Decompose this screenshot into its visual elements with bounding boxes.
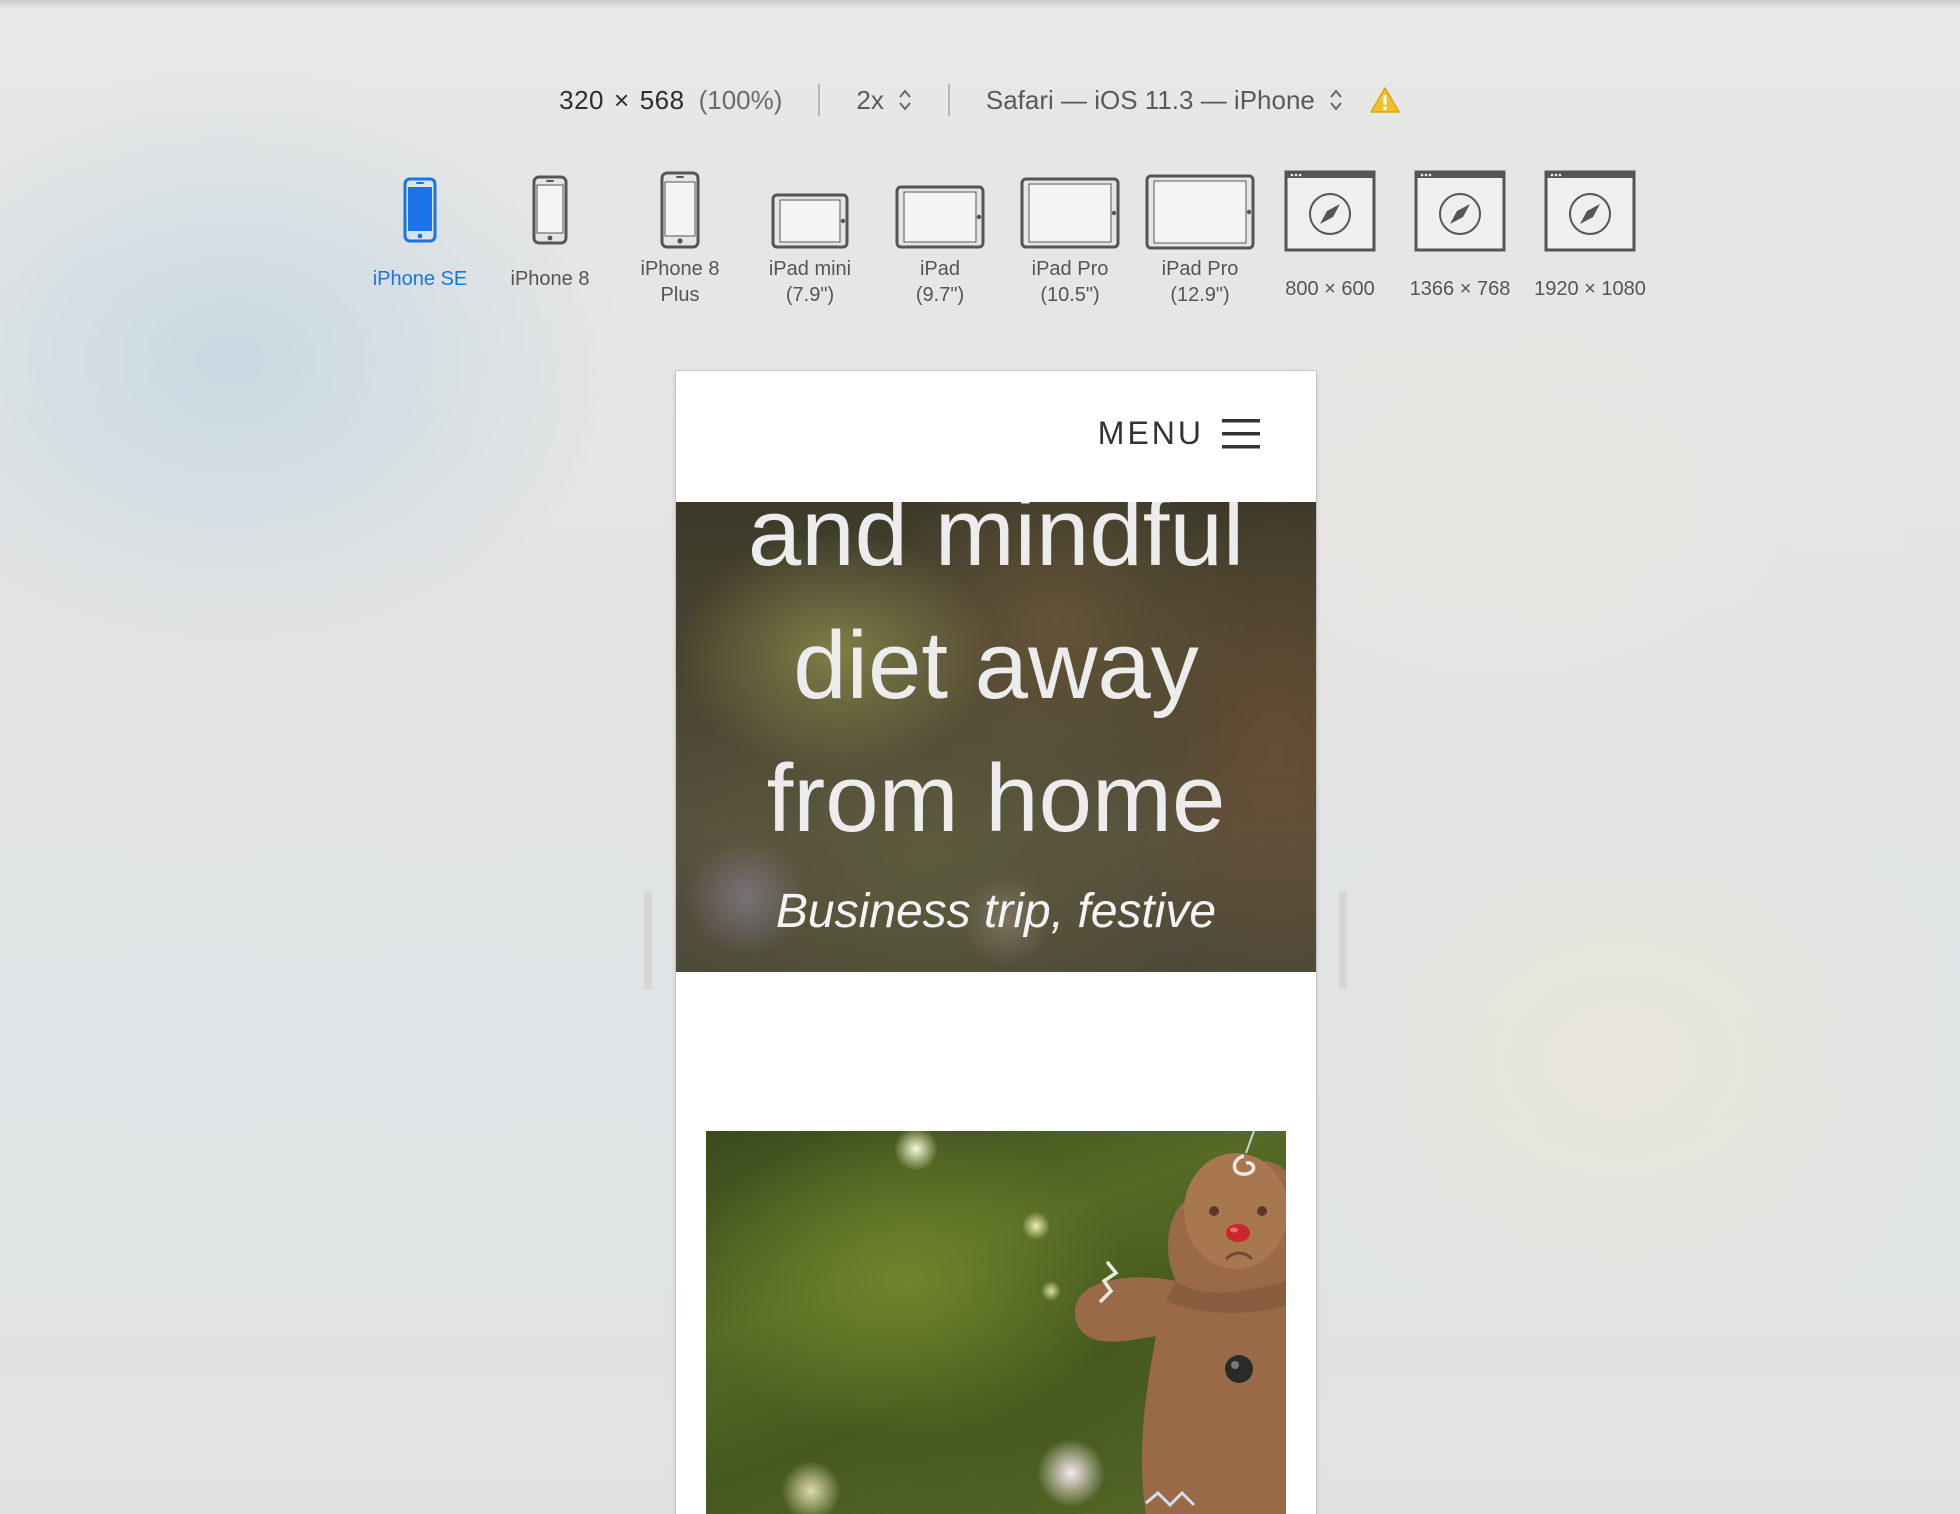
viewport-height[interactable]: 568	[640, 85, 685, 116]
hero-title-line: and mindful	[747, 502, 1245, 586]
responsive-design-toolbar: 320 × 568 (100%) 2x Safari — iOS 11.3 — …	[0, 70, 1960, 130]
viewport-width[interactable]: 320	[559, 85, 604, 116]
device-ipad-pro-12-9[interactable]: iPad Pro (12.9")	[1135, 160, 1265, 308]
browser-window-icon	[1414, 160, 1506, 260]
tablet-icon	[1145, 160, 1255, 260]
toolbar-divider	[947, 84, 950, 116]
device-label: 1920 × 1080	[1534, 278, 1646, 300]
gingerbread-ornament-illustration	[1074, 1131, 1286, 1514]
device-label: iPad (9.7")	[915, 258, 965, 306]
user-agent-value: Safari — iOS 11.3 — iPhone	[985, 84, 1315, 115]
device-iphone-se[interactable]: iPhone SE	[355, 160, 485, 308]
hero-title-line: from home	[766, 745, 1226, 852]
hero-title: and mindful diet away from home	[676, 502, 1316, 865]
phone-icon	[532, 160, 568, 260]
device-1366x768[interactable]: 1366 × 768	[1395, 160, 1525, 308]
menu-button[interactable]: MENU	[1098, 415, 1260, 452]
device-label: iPad mini (7.9")	[768, 258, 852, 306]
article-image[interactable]	[706, 1131, 1286, 1514]
device-ipad[interactable]: iPad (9.7")	[875, 160, 1005, 308]
device-viewport[interactable]: MENU and mindful diet away from home Bus…	[676, 371, 1316, 1514]
resize-handle-right[interactable]	[1339, 890, 1347, 990]
device-label: iPad Pro (12.9")	[1161, 258, 1239, 306]
chevron-up-down-icon	[1329, 88, 1343, 112]
device-800x600[interactable]: 800 × 600	[1265, 160, 1395, 308]
device-label: iPhone 8	[510, 268, 590, 290]
phone-icon	[660, 160, 700, 260]
tablet-icon	[771, 160, 849, 260]
user-agent-selector[interactable]: Safari — iOS 11.3 — iPhone	[986, 85, 1401, 116]
toolbar-divider	[818, 84, 821, 116]
viewport-zoom: (100%)	[698, 84, 783, 115]
browser-window-icon	[1284, 160, 1376, 260]
chevron-up-down-icon	[898, 88, 912, 112]
pixel-ratio-selector[interactable]: 2x	[856, 85, 911, 116]
tablet-icon	[1020, 160, 1120, 260]
warning-triangle-icon[interactable]	[1369, 86, 1401, 114]
device-ipad-pro-10-5[interactable]: iPad Pro (10.5")	[1005, 160, 1135, 308]
device-ipad-mini[interactable]: iPad mini (7.9")	[745, 160, 875, 308]
device-preset-list: iPhone SE iPhone 8 iPhone 8 Plus iPad mi…	[355, 160, 1655, 308]
menu-label: MENU	[1097, 415, 1204, 451]
viewport-size-display[interactable]: 320 × 568 (100%)	[559, 85, 782, 116]
device-label: iPhone 8 Plus	[640, 258, 720, 306]
device-iphone-8[interactable]: iPhone 8	[485, 160, 615, 308]
device-label: 800 × 600	[1285, 278, 1375, 300]
window-top-edge	[0, 0, 1960, 8]
hamburger-icon	[1222, 417, 1260, 451]
device-label: iPad Pro (10.5")	[1031, 258, 1109, 306]
hero-title-line: diet away	[793, 612, 1199, 719]
device-label: 1366 × 768	[1409, 278, 1511, 300]
hero-banner: and mindful diet away from home Business…	[676, 502, 1316, 972]
tablet-icon	[895, 160, 985, 260]
device-1920x1080[interactable]: 1920 × 1080	[1525, 160, 1655, 308]
site-header: MENU	[676, 371, 1316, 502]
phone-icon	[403, 160, 437, 260]
device-iphone-8-plus[interactable]: iPhone 8 Plus	[615, 160, 745, 308]
hero-subtitle: Business trip, festive	[775, 885, 1217, 938]
resize-handle-left[interactable]	[644, 890, 652, 990]
browser-window-icon	[1544, 160, 1636, 260]
viewport-times-sign: ×	[614, 84, 630, 115]
pixel-ratio-value: 2x	[856, 84, 884, 115]
device-label: iPhone SE	[372, 268, 468, 290]
